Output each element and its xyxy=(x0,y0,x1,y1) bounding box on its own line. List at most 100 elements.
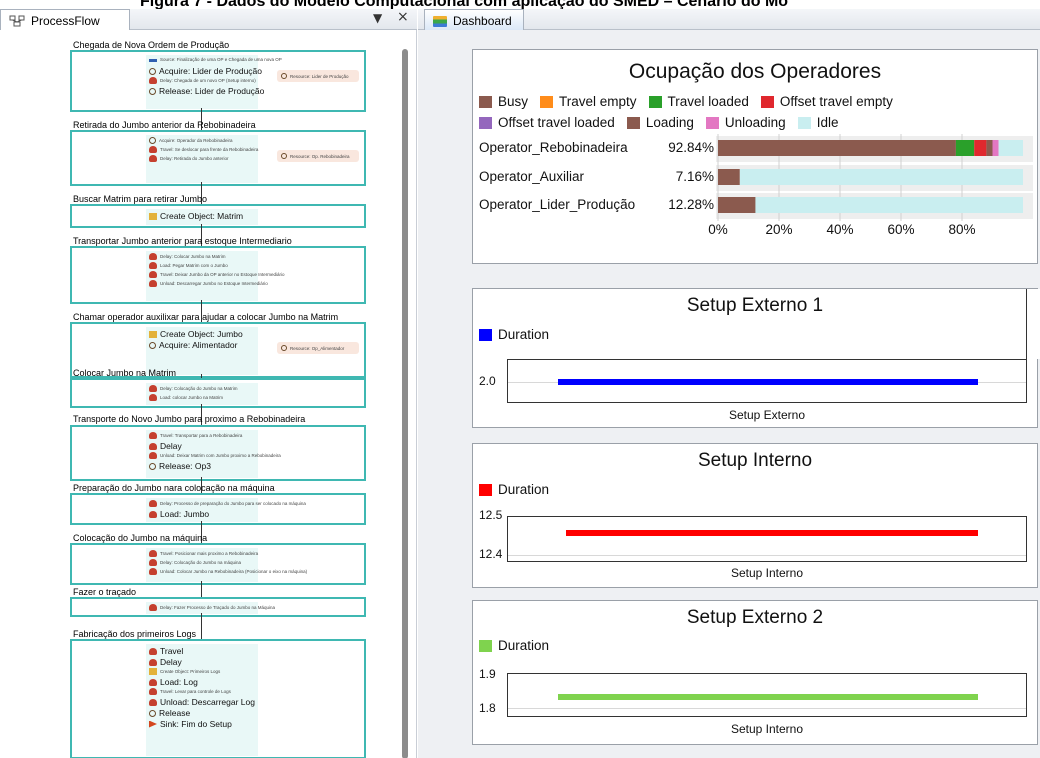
legend-swatch xyxy=(479,328,492,341)
activity-group[interactable]: Create Object: Matrim xyxy=(146,209,258,225)
process-block[interactable]: Travel: Transportar para a Rebobinadeira… xyxy=(70,425,366,481)
chart-title: Setup Externo 2 xyxy=(686,607,824,628)
tab-processflow[interactable]: ProcessFlow xyxy=(0,9,130,30)
activity-travel[interactable]: Travel xyxy=(149,646,183,656)
resource-node[interactable]: Resource: Lider de Produção xyxy=(277,70,359,82)
duration-bar xyxy=(566,530,978,537)
activity-unload[interactable]: Unload: Descarregar Jumbo no Estoque Int… xyxy=(149,280,268,287)
block-title: Colocar Jumbo na Matrim xyxy=(73,368,177,378)
block-title: Colocação do Jumbo na máquina xyxy=(73,533,208,543)
processflow-scrollbar[interactable] xyxy=(402,49,408,758)
activity-label: Unload: Colocar Jumbo na Rebobinadeira (… xyxy=(160,569,308,574)
release-icon xyxy=(149,462,156,470)
tab-dashboard[interactable]: Dashboard xyxy=(424,9,524,30)
activity-group[interactable]: Delay: Colocação do Jumbo na Matrim Load:… xyxy=(146,383,258,405)
x-axis-label: Setup Externo xyxy=(728,408,806,422)
activity-delay[interactable]: Delay: Processo de preparação do Jumbo p… xyxy=(149,500,306,507)
bar-segment xyxy=(739,169,1023,185)
legend-label: Duration xyxy=(498,482,550,497)
bar-segment xyxy=(998,140,1023,156)
activity-travel[interactable]: Travel: Transportar para a Rebobinadeira xyxy=(149,432,242,439)
activity-unload[interactable]: Unload: Deixar Matrim com Jumbo proximo … xyxy=(149,452,281,459)
activity-delay[interactable]: Delay: Colocação do Jumbo na Matrim xyxy=(149,385,238,392)
activity-travel[interactable]: Travel: Levar para controle de Logs xyxy=(149,688,231,695)
process-block[interactable]: Create Object: Matrim xyxy=(70,204,366,228)
delay-icon xyxy=(149,604,157,611)
activity-load[interactable]: Load: Log xyxy=(149,677,198,687)
activity-acquire[interactable]: Acquire: Lider de Produção xyxy=(149,66,262,76)
activity-group[interactable]: Acquire: Operador da Rebobinadeira Travel… xyxy=(146,135,258,183)
chart-setup-externo-2: Setup Externo 2 Duration 1.9 1.8 Setup I… xyxy=(472,600,1038,745)
activity-load[interactable]: Load: Pegar Matrim com o Jumbo xyxy=(149,262,228,269)
legend-swatch xyxy=(479,483,492,496)
activity-group[interactable]: Travel Delay Create Object: Primeiros Logs… xyxy=(146,644,258,756)
activity-group[interactable]: Source: Finalização de uma OP e Chegada … xyxy=(146,55,282,109)
x-tick-label: 80% xyxy=(948,222,976,237)
activity-source[interactable]: Source: Finalização de uma OP e Chegada … xyxy=(149,57,282,62)
activity-release[interactable]: Release xyxy=(149,708,190,718)
unload-icon xyxy=(149,280,157,287)
close-icon[interactable]: × xyxy=(397,9,409,25)
process-block[interactable]: Delay: Processo de preparação do Jumbo p… xyxy=(70,493,366,525)
unload-icon xyxy=(149,452,157,459)
process-block[interactable]: Delay: Colocar Jumbo na Matrim Load: Pega… xyxy=(70,246,366,304)
activity-load[interactable]: Load: colocar Jumbo na Matrim xyxy=(149,394,223,401)
activity-travel[interactable]: Travel: Se deslocar para frente da Rebob… xyxy=(149,146,258,153)
processflow-icon xyxy=(9,15,25,27)
activity-acquire[interactable]: Acquire: Alimentador xyxy=(149,340,237,350)
activity-label: Delay xyxy=(160,441,182,451)
process-block[interactable]: Delay: Fazer Processo de Traçado do Jumb… xyxy=(70,597,366,617)
delay-icon xyxy=(149,385,157,392)
activity-release[interactable]: Release: Lider de Produção xyxy=(149,86,264,96)
activity-group[interactable]: Travel: Transportar para a Rebobinadeira… xyxy=(146,430,281,478)
activity-create[interactable]: Create Object: Primeiros Logs xyxy=(149,668,220,675)
activity-travel[interactable]: Travel: Posicionar mais proximo a Rebobi… xyxy=(149,550,258,557)
activity-label: Travel: Levar para controle de Logs xyxy=(160,689,231,694)
dashboard-panel: Dashboard Ocupação dos Operadores Busy Tr… xyxy=(418,9,1040,758)
activity-load[interactable]: Load: Jumbo xyxy=(149,509,209,519)
processflow-canvas[interactable]: Chegada de Nova Ordem de Produção Source:… xyxy=(0,31,417,758)
tab-processflow-label: ProcessFlow xyxy=(31,14,100,28)
block-title: Fabricação dos primeiros Logs xyxy=(73,629,197,639)
activity-create[interactable]: Create Object: Matrim xyxy=(149,211,243,221)
legend-label: Duration xyxy=(498,638,550,653)
resource-node[interactable]: Resource: Op. Rebobinadeira xyxy=(277,150,359,162)
activity-unload[interactable]: Unload: Colocar Jumbo na Rebobinadeira (… xyxy=(149,568,307,575)
activity-travel[interactable]: Travel: Deixar Jumbo da OP anterior no E… xyxy=(149,271,285,278)
y-tick-label: 12.5 xyxy=(479,508,503,522)
activity-unload[interactable]: Unload: Descarregar Log xyxy=(149,697,255,707)
activity-delay[interactable]: Delay xyxy=(149,441,182,451)
activity-group[interactable]: Travel: Posicionar mais proximo a Rebobi… xyxy=(146,548,307,582)
activity-release[interactable]: Release: Op3 xyxy=(149,461,211,471)
activity-group[interactable]: Delay: Fazer Processo de Traçado do Jumb… xyxy=(146,602,275,614)
process-block[interactable]: Delay: Colocação do Jumbo na Matrim Load:… xyxy=(70,378,366,408)
activity-sink[interactable]: Sink: Fim do Setup xyxy=(149,719,232,729)
activity-acquire[interactable]: Acquire: Operador da Rebobinadeira xyxy=(149,137,233,144)
process-block[interactable]: Acquire: Operador da Rebobinadeira Travel… xyxy=(70,130,366,186)
chevron-down-icon[interactable]: ▼ xyxy=(373,11,382,25)
activity-delay[interactable]: Delay: Fazer Processo de Traçado do Jumb… xyxy=(149,604,275,611)
resource-node[interactable]: Resource: Op_Alimentador xyxy=(277,342,359,354)
activity-create[interactable]: Create Object: Jumbo xyxy=(149,329,243,339)
y-tick-label: 1.8 xyxy=(479,701,496,715)
activity-delay[interactable]: Delay: Colocação do Jumbo na máquina xyxy=(149,559,241,566)
activity-group[interactable]: Delay: Processo de preparação do Jumbo p… xyxy=(146,498,306,522)
x-tick-label: 0% xyxy=(708,222,728,237)
activity-group[interactable]: Delay: Colocar Jumbo na Matrim Load: Pega… xyxy=(146,251,285,301)
activity-label: Create Object: Matrim xyxy=(160,211,244,221)
y-tick-label: 2.0 xyxy=(479,374,496,388)
travel-icon xyxy=(149,688,157,695)
app-window: Figura 7 - Dados do Modelo Computacional… xyxy=(0,0,1040,758)
percent-label: 7.16% xyxy=(675,169,714,184)
x-tick-label: 60% xyxy=(887,222,915,237)
activity-delay[interactable]: Delay: Retirada do Jumbo anterior xyxy=(149,155,229,162)
process-block[interactable]: Travel: Posicionar mais proximo a Rebobi… xyxy=(70,543,366,585)
activity-delay[interactable]: Delay: Chegada de um novo OP (Setup inte… xyxy=(149,77,256,84)
bar-segment xyxy=(755,197,1023,213)
process-block[interactable]: Source: Finalização de uma OP e Chegada … xyxy=(70,50,366,112)
activity-delay[interactable]: Delay: Colocar Jumbo na Matrim xyxy=(149,253,226,260)
activity-label: Travel xyxy=(160,646,184,656)
activity-delay[interactable]: Delay xyxy=(149,657,182,667)
process-block[interactable]: Travel Delay Create Object: Primeiros Logs… xyxy=(70,639,366,758)
activity-label: Load: Log xyxy=(160,677,198,687)
